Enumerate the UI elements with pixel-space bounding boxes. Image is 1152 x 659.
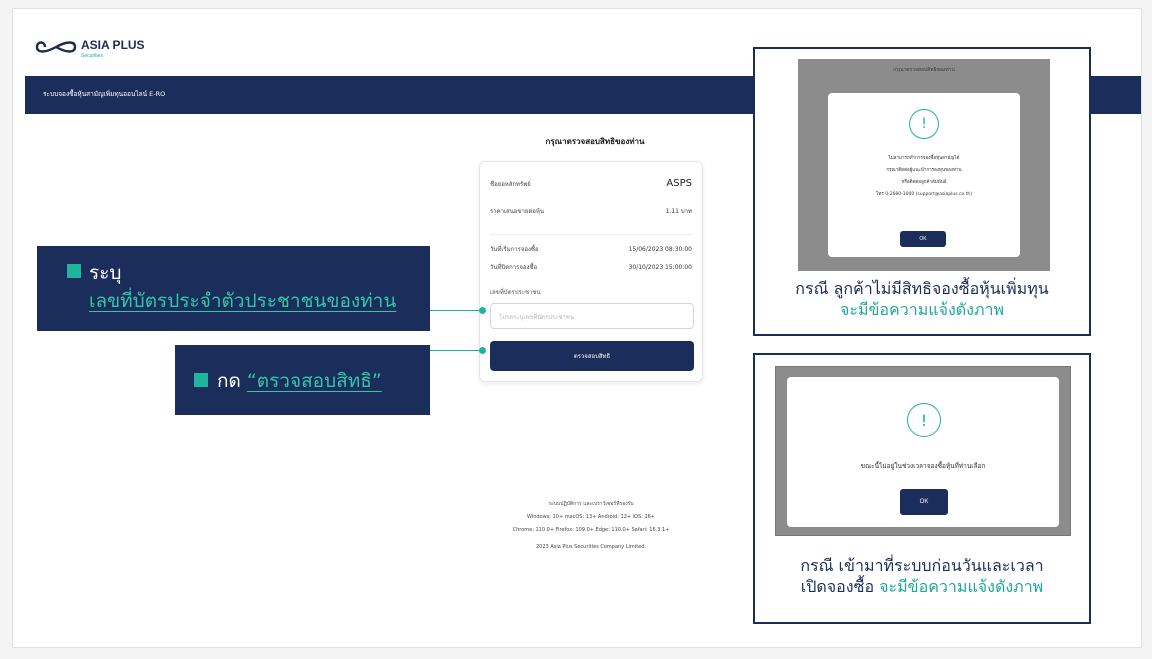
callout-specify-target: เลขที่บัตรประจำตัวประชาชนของท่าน xyxy=(89,290,397,312)
row-start-label: วันที่เริ่มการจองซื้อ xyxy=(490,246,539,253)
footer-os-list: Windows: 10+ macOS: 13+ Android: 12+ iOS… xyxy=(526,514,655,520)
connector-dot-check xyxy=(479,347,486,354)
rights-check-card: ชื่อย่อหลักทรัพย์ ASPS ราคาเสนอขายต่อหุ้… xyxy=(479,161,703,382)
alert-line-2: กรุณาติดต่อผู้แนะนำการลงทุนของท่าน xyxy=(886,168,962,173)
callout-bullet-icon xyxy=(67,264,81,278)
callout-specify-id: ระบุ เลขที่บัตรประจำตัวประชาชนของท่าน xyxy=(37,246,430,331)
asia-plus-logo: ASIA PLUS Securities xyxy=(35,34,145,59)
row-price-value: 1.11 บาท xyxy=(665,208,692,215)
screenshot-title: กรุณาตรวจสอบสิทธิของท่าน xyxy=(893,67,955,73)
alert-message: ไม่สามารถทำการจองซื้อหุ้นสามัญได้ กรุณาต… xyxy=(834,153,1014,201)
callout-press-check: กด “ตรวจสอบสิทธิ” xyxy=(175,345,430,415)
alert-line-4: โทร 0-2680-1000 (support@asiaplus.co.th) xyxy=(875,192,972,197)
caption-line-2a: เปิดจองซื้อ xyxy=(800,577,875,596)
caption-out-of-period: กรณี เข้ามาที่ระบบก่อนวันและเวลา เปิดจอง… xyxy=(755,555,1089,597)
row-price-label: ราคาเสนอขายต่อหุ้น xyxy=(490,208,544,215)
infinity-logo-icon xyxy=(35,40,77,53)
callout-bullet-icon xyxy=(194,373,208,387)
callout-press-label: กด xyxy=(217,370,241,392)
ok-button[interactable]: OK xyxy=(900,231,946,247)
row-end-date: วันที่ปิดการจองซื้อ 30/10/2023 15:00:00 xyxy=(490,262,692,272)
exclamation-icon: ! xyxy=(907,403,941,437)
callout-specify-label: ระบุ xyxy=(89,262,122,284)
row-start-date: วันที่เริ่มการจองซื้อ 15/06/2023 08:30:0… xyxy=(490,244,692,254)
caption-line-2: จะมีข้อความแจ้งดังภาพ xyxy=(839,300,1005,319)
callout-press-text: กด “ตรวจสอบสิทธิ” xyxy=(217,366,382,396)
panel-out-of-period: ! ขณะนี้ไม่อยู่ในช่วงเวลาจองซื้อหุ้นที่ท… xyxy=(753,353,1091,624)
brand-name: ASIA PLUS xyxy=(81,38,145,52)
row-price: ราคาเสนอขายต่อหุ้น 1.11 บาท xyxy=(490,206,692,216)
caption-line-2b: จะมีข้อความแจ้งดังภาพ xyxy=(879,577,1044,596)
row-end-label: วันที่ปิดการจองซื้อ xyxy=(490,264,538,271)
caption-line-1: กรณี เข้ามาที่ระบบก่อนวันและเวลา xyxy=(800,556,1044,575)
alert-line-1: ไม่สามารถทำการจองซื้อหุ้นสามัญได้ xyxy=(888,156,960,161)
footer-copyright: 2023 Asia Plus Securities Company Limite… xyxy=(536,544,646,550)
navbar-title: ระบบจองซื้อหุ้นสามัญเพิ่มทุนออนไลน์ E-RO xyxy=(43,90,166,98)
row-symbol-label: ชื่อย่อหลักทรัพย์ xyxy=(490,181,531,188)
screenshot-no-rights: กรุณาตรวจสอบสิทธิของท่าน ! ไม่สามารถทำกา… xyxy=(798,59,1050,271)
connector-dot-id xyxy=(479,307,486,314)
caption-line-1: กรณี ลูกค้าไม่มีสิทธิจองซื้อหุ้นเพิ่มทุน xyxy=(795,279,1049,298)
alert-modal: ! ไม่สามารถทำการจองซื้อหุ้นสามัญได้ กรุณ… xyxy=(828,93,1020,257)
row-symbol-value: ASPS xyxy=(666,178,692,189)
row-start-value: 15/06/2023 08:30:00 xyxy=(628,246,692,253)
screenshot-out-of-period: ! ขณะนี้ไม่อยู่ในช่วงเวลาจองซื้อหุ้นที่ท… xyxy=(775,366,1071,536)
check-rights-button[interactable]: ตรวจสอบสิทธิ xyxy=(490,341,694,371)
brand-sub: Securities xyxy=(81,53,103,59)
divider xyxy=(490,234,692,235)
caption-no-rights: กรณี ลูกค้าไม่มีสิทธิจองซื้อหุ้นเพิ่มทุน… xyxy=(755,278,1089,320)
form-title: กรุณาตรวจสอบสิทธิของท่าน xyxy=(545,137,645,146)
footer-os-heading: ระบบปฏิบัติการ และเบราว์เซอร์ที่รองรับ xyxy=(548,501,634,507)
callout-press-target: “ตรวจสอบสิทธิ” xyxy=(246,370,382,392)
caption-line-2: เปิดจองซื้อ จะมีข้อความแจ้งดังภาพ xyxy=(755,576,1089,597)
panel-no-rights: กรุณาตรวจสอบสิทธิของท่าน ! ไม่สามารถทำกา… xyxy=(753,47,1091,336)
id-card-input[interactable]: โปรดระบุเลขที่บัตรประชาชน xyxy=(490,303,694,329)
alert-line-3: หรือติดต่อลูกค้าสัมพันธ์ xyxy=(901,180,947,185)
row-end-value: 30/10/2023 15:00:00 xyxy=(628,264,692,271)
alert-modal: ! ขณะนี้ไม่อยู่ในช่วงเวลาจองซื้อหุ้นที่ท… xyxy=(787,377,1059,527)
connector-line-id xyxy=(430,310,483,311)
footer-browser-list: Chrome: 110.0+ Firefox: 109.0+ Edge: 110… xyxy=(512,527,670,533)
ok-button[interactable]: OK xyxy=(900,489,948,515)
footer: ระบบปฏิบัติการ และเบราว์เซอร์ที่รองรับ W… xyxy=(453,498,729,554)
connector-line-check xyxy=(430,350,483,351)
alert-message: ขณะนี้ไม่อยู่ในช่วงเวลาจองซื้อหุ้นที่ท่า… xyxy=(860,462,986,470)
instruction-slide: ASIA PLUS Securities ระบบจองซื้อหุ้นสามั… xyxy=(12,8,1142,648)
row-symbol: ชื่อย่อหลักทรัพย์ ASPS xyxy=(490,178,692,189)
id-field-label: เลขที่บัตรประชาชน xyxy=(490,289,541,296)
exclamation-icon: ! xyxy=(909,109,939,139)
